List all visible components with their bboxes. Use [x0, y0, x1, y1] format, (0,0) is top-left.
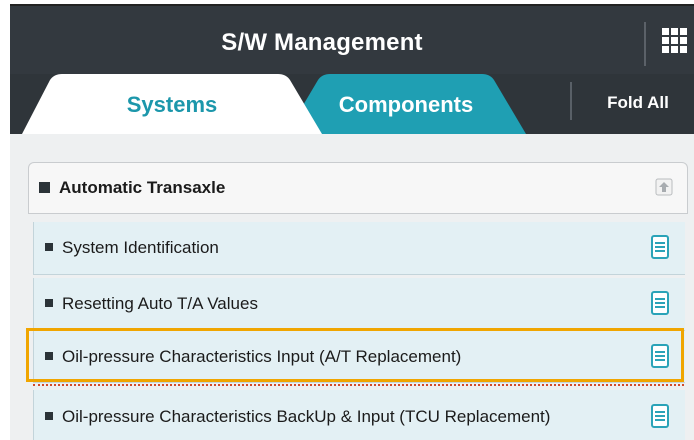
item-bullet: [45, 352, 53, 360]
document-icon[interactable]: [651, 235, 669, 259]
item-label: Oil-pressure Characteristics Input (A/T …: [62, 347, 462, 366]
document-icon[interactable]: [651, 404, 669, 428]
item-label: Oil-pressure Characteristics BackUp & In…: [62, 407, 551, 426]
group-header-automatic-transaxle[interactable]: Automatic Transaxle: [28, 162, 688, 214]
item-label: System Identification: [62, 238, 219, 257]
title-bar: S/W Management: [10, 4, 694, 76]
tab-systems[interactable]: Systems: [22, 74, 322, 134]
tab-systems-label: Systems: [126, 92, 218, 117]
item-bullet: [45, 299, 53, 307]
collapse-up-icon[interactable]: [655, 178, 673, 196]
grid-menu-icon[interactable]: [662, 28, 688, 54]
list-item-oil-pressure-backup-tcu[interactable]: Oil-pressure Characteristics BackUp & In…: [33, 390, 685, 440]
tab-divider: [570, 82, 572, 120]
fold-all-button[interactable]: Fold All: [582, 74, 694, 134]
page-title: S/W Management: [221, 29, 423, 56]
group-bullet: [39, 182, 50, 193]
app-window: S/W Management Components Systems Fold A…: [0, 0, 694, 440]
tab-components[interactable]: Components: [286, 74, 526, 134]
item-bullet: [45, 412, 53, 420]
document-icon[interactable]: [651, 291, 669, 315]
item-bullet: [45, 243, 53, 251]
list-item-resetting-auto-ta-values[interactable]: Resetting Auto T/A Values: [33, 278, 685, 331]
list-item-system-identification[interactable]: System Identification: [33, 222, 685, 275]
tab-bar: Components Systems Fold All: [10, 74, 694, 134]
document-icon[interactable]: [651, 344, 669, 368]
title-divider: [644, 22, 646, 66]
group-label: Automatic Transaxle: [59, 178, 226, 197]
list-item-oil-pressure-input-at[interactable]: Oil-pressure Characteristics Input (A/T …: [33, 331, 685, 383]
tab-components-label: Components: [338, 92, 474, 117]
item-label: Resetting Auto T/A Values: [62, 294, 258, 313]
